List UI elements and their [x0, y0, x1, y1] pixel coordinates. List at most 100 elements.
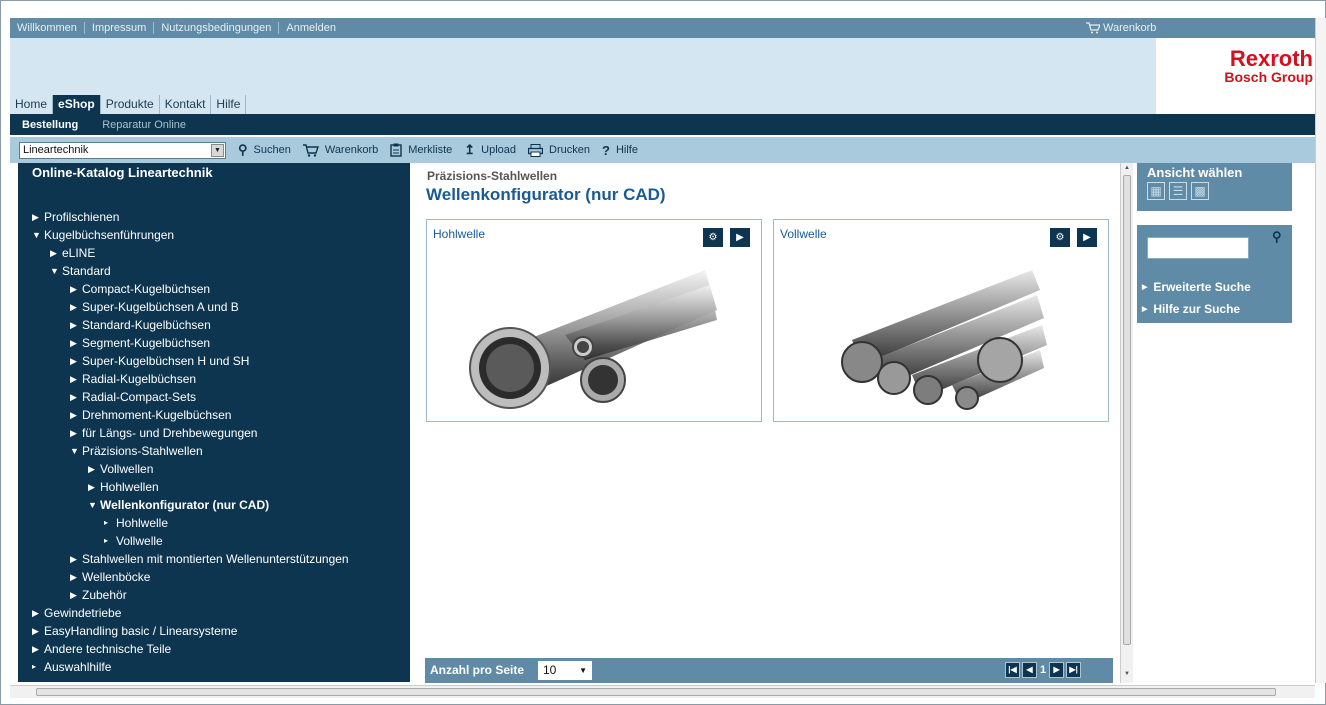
prev-page-button[interactable]: ◀ [1022, 662, 1037, 678]
tree-item[interactable]: ▶ Hohlwellen [88, 478, 159, 496]
product-card-title[interactable]: Hohlwelle [433, 227, 485, 241]
caret-right-icon[interactable]: ▶ [88, 460, 100, 478]
hollow-shafts-image[interactable] [455, 250, 735, 418]
configure-button[interactable]: ⚙ [703, 228, 723, 247]
caret-right-icon[interactable]: ▶ [70, 298, 82, 316]
tree-item[interactable]: ▶ Segment-Kugelbüchsen [70, 334, 210, 352]
link-willkommen[interactable]: Willkommen [10, 22, 85, 34]
open-button[interactable]: ▶ [730, 228, 750, 247]
tree-item[interactable]: ▸ Auswahlhilfe [32, 658, 111, 676]
caret-right-icon[interactable]: ▶ [70, 316, 82, 334]
table-view-icon[interactable]: ▩ [1191, 182, 1209, 200]
tree-item[interactable]: ▶ Super-Kugelbüchsen A und B [70, 298, 239, 316]
last-page-button[interactable]: ▶| [1066, 662, 1082, 678]
link-anmelden[interactable]: Anmelden [279, 22, 343, 34]
caret-down-icon[interactable]: ▼ [32, 226, 44, 244]
logo[interactable]: Rexroth Bosch Group [1156, 38, 1315, 114]
tree-item[interactable]: ▶ Radial-Compact-Sets [70, 388, 196, 406]
toolbar-print-button[interactable]: Drucken [528, 143, 590, 157]
solid-shafts-image[interactable] [802, 250, 1082, 418]
tab-eshop[interactable]: eShop [53, 95, 101, 114]
caret-right-icon[interactable]: ▶ [50, 244, 62, 262]
toolbar-upload-button[interactable]: ↥ Upload [464, 142, 516, 158]
search-icon[interactable]: ⚲ [1272, 229, 1282, 245]
caret-down-icon[interactable]: ▼ [50, 262, 62, 280]
first-page-button[interactable]: |◀ [1005, 662, 1020, 678]
caret-right-icon[interactable]: ▶ [70, 406, 82, 424]
caret-right-icon[interactable]: ▶ [32, 604, 44, 622]
chevron-down-icon[interactable]: ▼ [211, 143, 224, 157]
tree-item[interactable]: ▼ Präzisions-Stahlwellen [70, 442, 203, 460]
tree-item[interactable]: ▶ für Längs- und Drehbewegungen [70, 424, 257, 442]
tab-kontakt[interactable]: Kontakt [159, 95, 212, 114]
link-impressum[interactable]: Impressum [85, 22, 155, 34]
tree-item[interactable]: ▶ Profilschienen [32, 208, 119, 226]
tree-item[interactable]: ▶ Standard-Kugelbüchsen [70, 316, 211, 334]
tree-item[interactable]: ▶ Compact-Kugelbüchsen [70, 280, 210, 298]
caret-right-icon[interactable]: ▶ [88, 478, 100, 496]
tree-item[interactable]: ▸ Hohlwelle [104, 514, 168, 532]
advanced-search-link[interactable]: ▶ Erweiterte Suche [1142, 280, 1251, 294]
list-view-icon[interactable]: ☰ [1169, 182, 1187, 200]
toolbar-merkliste-button[interactable]: Merkliste [390, 143, 452, 157]
link-nutzungsbedingungen[interactable]: Nutzungsbedingungen [154, 22, 280, 34]
bullet-icon[interactable]: ▸ [104, 532, 116, 550]
caret-right-icon[interactable]: ▶ [70, 370, 82, 388]
scroll-down-icon[interactable]: ▼ [1124, 671, 1130, 677]
per-page-select[interactable]: 10 ▼ [538, 661, 592, 680]
caret-right-icon[interactable]: ▶ [70, 388, 82, 406]
caret-right-icon[interactable]: ▶ [32, 622, 44, 640]
bullet-icon[interactable]: ▸ [32, 658, 44, 676]
product-card-hohlwelle[interactable]: Hohlwelle ⚙ ▶ [426, 219, 762, 422]
caret-right-icon[interactable]: ▶ [70, 586, 82, 604]
bullet-icon[interactable]: ▸ [104, 514, 116, 532]
caret-right-icon[interactable]: ▶ [32, 640, 44, 658]
tree-item[interactable]: ▶ eLINE [50, 244, 95, 262]
tree-item[interactable]: ▼ Standard [50, 262, 111, 280]
tree-item[interactable]: ▸ Vollwelle [104, 532, 163, 550]
tab-hilfe[interactable]: Hilfe [211, 95, 247, 114]
toolbar-help-button[interactable]: ? Hilfe [602, 143, 638, 158]
header-cart-link[interactable]: Warenkorb [1086, 18, 1156, 38]
caret-right-icon[interactable]: ▶ [70, 568, 82, 586]
catalog-select[interactable]: Lineartechnik ▼ [19, 141, 226, 159]
configure-button[interactable]: ⚙ [1050, 228, 1070, 247]
caret-right-icon[interactable]: ▶ [70, 550, 82, 568]
caret-right-icon[interactable]: ▶ [32, 208, 44, 226]
tree-item[interactable]: ▶ Drehmoment-Kugelbüchsen [70, 406, 231, 424]
scroll-up-icon[interactable]: ▲ [1124, 165, 1130, 171]
breadcrumb[interactable]: Präzisions-Stahlwellen [427, 169, 557, 183]
tree-item[interactable]: ▶ Radial-Kugelbüchsen [70, 370, 196, 388]
scrollbar-thumb[interactable] [1123, 175, 1131, 645]
product-card-title[interactable]: Vollwelle [780, 227, 827, 241]
caret-right-icon[interactable]: ▶ [70, 334, 82, 352]
grid-view-icon[interactable]: ▦ [1147, 182, 1165, 200]
tree-item[interactable]: ▶ Stahlwellen mit montierten Wellenunters… [70, 550, 349, 568]
caret-right-icon[interactable]: ▶ [70, 424, 82, 442]
horizontal-scrollbar[interactable] [10, 685, 1315, 698]
search-help-link[interactable]: ▶ Hilfe zur Suche [1142, 302, 1240, 316]
tree-item[interactable]: ▶ Gewindetriebe [32, 604, 121, 622]
tree-item[interactable]: ▶ Zubehör [70, 586, 127, 604]
tab-produkte[interactable]: Produkte [100, 95, 160, 114]
tree-item[interactable]: ▶ Vollwellen [88, 460, 153, 478]
open-button[interactable]: ▶ [1077, 228, 1097, 247]
caret-right-icon[interactable]: ▶ [70, 352, 82, 370]
caret-down-icon[interactable]: ▼ [70, 442, 82, 460]
tree-item[interactable]: ▼ Wellenkonfigurator (nur CAD) [88, 496, 269, 514]
content-scrollbar[interactable]: ▲ ▼ [1120, 163, 1133, 683]
search-input[interactable] [1147, 237, 1249, 259]
toolbar-search-button[interactable]: ⚲ Suchen [238, 142, 291, 158]
tree-item[interactable]: ▶ Andere technische Teile [32, 640, 171, 658]
tree-item[interactable]: ▶ Wellenböcke [70, 568, 150, 586]
tree-item[interactable]: ▶ EasyHandling basic / Linearsysteme [32, 622, 237, 640]
product-card-vollwelle[interactable]: Vollwelle ⚙ ▶ [773, 219, 1109, 422]
caret-down-icon[interactable]: ▼ [88, 496, 100, 514]
subnav-bestellung[interactable]: Bestellung [10, 119, 90, 131]
scrollbar-thumb[interactable] [36, 688, 1276, 696]
tree-item[interactable]: ▶ Super-Kugelbüchsen H und SH [70, 352, 249, 370]
window-vertical-scrollbar[interactable] [1315, 18, 1326, 683]
tab-home[interactable]: Home [10, 95, 54, 114]
toolbar-cart-button[interactable]: Warenkorb [302, 143, 378, 157]
tree-item[interactable]: ▼ Kugelbüchsenführungen [32, 226, 174, 244]
